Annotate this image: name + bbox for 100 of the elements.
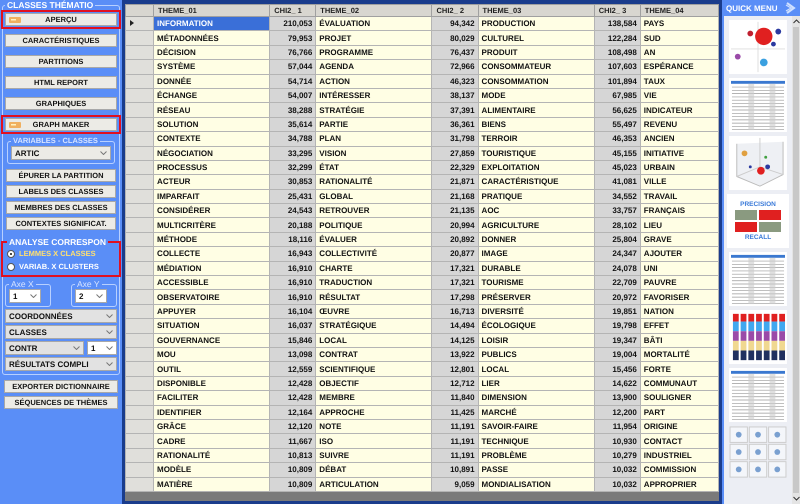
table-cell: INFORMATION xyxy=(154,16,270,31)
table-cell: TOURISME xyxy=(478,276,594,290)
3d-scatter-thumbnail[interactable] xyxy=(727,136,789,190)
table-cell: 10,930 xyxy=(594,434,640,448)
table-cell: 31,798 xyxy=(432,132,478,146)
table-thumbnail[interactable] xyxy=(727,78,789,132)
dropdown[interactable]: CLASSES xyxy=(5,325,117,339)
table-cell: PRODUCTION xyxy=(478,16,594,31)
table-cell: PASSE xyxy=(478,462,594,477)
table-cell: ACTION xyxy=(316,74,432,88)
table-cell: LIER xyxy=(478,376,594,391)
table-cell: 21,135 xyxy=(432,204,478,218)
table-cell: 12,120 xyxy=(270,419,316,434)
row-header[interactable] xyxy=(126,16,154,31)
table-cell: LOISIR xyxy=(478,333,594,348)
table-cell: 16,910 xyxy=(270,290,316,304)
table-cell: TECHNIQUE xyxy=(478,434,594,448)
table-cell: 21,871 xyxy=(432,174,478,190)
table-cell: ARTICULATION xyxy=(316,477,432,492)
dropdown[interactable]: RÉSULTATS COMPLI xyxy=(5,357,117,371)
table-cell: TAUX xyxy=(640,74,718,88)
table-cell: DÉCISION xyxy=(154,45,270,60)
table-cell: 20,972 xyxy=(594,290,640,304)
table-cell: DISPONIBLE xyxy=(154,376,270,391)
table-cell: CONTEXTE xyxy=(154,132,270,146)
radio-button[interactable] xyxy=(7,262,15,270)
table-cell: NOTE xyxy=(316,419,432,434)
table-cell: ÉCOLOGIQUE xyxy=(478,318,594,334)
table-cell: 17,298 xyxy=(432,290,478,304)
table-cell: RÉSULTAT xyxy=(316,290,432,304)
table-cell: 16,910 xyxy=(270,261,316,276)
table-cell: EXPLOITATION xyxy=(478,160,594,175)
table-cell: 54,007 xyxy=(270,88,316,103)
table-cell: AJOUTER xyxy=(640,246,718,262)
table-cell: 11,191 xyxy=(432,448,478,463)
caret-icon xyxy=(73,346,80,350)
caret-icon xyxy=(106,362,113,366)
table-cell: 22,329 xyxy=(432,160,478,175)
table-cell: 55,497 xyxy=(594,117,640,132)
table-cell: VILLE xyxy=(640,174,718,190)
table-cell: POLITIQUE xyxy=(316,218,432,232)
table-cell: DÉBAT xyxy=(316,462,432,477)
table-cell: PRATIQUE xyxy=(478,189,594,204)
table-thumbnail[interactable] xyxy=(727,252,789,306)
dropdown[interactable]: 1 xyxy=(9,289,41,303)
table-cell: FAVORISER xyxy=(640,290,718,304)
dropdown[interactable]: COORDONNÉES xyxy=(5,309,117,323)
scroll-up-icon[interactable] xyxy=(792,19,800,24)
table-cell: PROCESSUS xyxy=(154,160,270,175)
table-cell: 19,798 xyxy=(594,318,640,334)
radio-button[interactable] xyxy=(7,250,15,258)
table-cell: 45,023 xyxy=(594,160,640,175)
table-cell: TRADUCTION xyxy=(316,276,432,290)
dropdown[interactable]: 1 xyxy=(87,341,117,355)
table-cell: 76,437 xyxy=(432,45,478,60)
table-cell: 16,037 xyxy=(270,318,316,334)
table-cell: 11,191 xyxy=(432,419,478,434)
table-cell: ÉCHANGE xyxy=(154,88,270,103)
stacked-bar-thumbnail[interactable] xyxy=(727,310,789,364)
quick-menu-title: QUICK MENU xyxy=(726,4,778,12)
table-cell: FACILITER xyxy=(154,390,270,406)
scroll-down-icon[interactable] xyxy=(792,496,800,501)
table-cell: ALIMENTAIRE xyxy=(478,102,594,118)
table-cell: 9,059 xyxy=(432,477,478,492)
group-title: Axe X xyxy=(10,279,35,289)
table-cell: 15,846 xyxy=(270,333,316,348)
chevron-icon[interactable] xyxy=(785,2,797,14)
table-cell: CONSOMMATEUR xyxy=(478,60,594,74)
table-cell: 13,922 xyxy=(432,347,478,362)
table-cell: 16,943 xyxy=(270,246,316,262)
bubble-chart-thumbnail[interactable] xyxy=(727,20,789,74)
table-cell: ÉTAT xyxy=(316,160,432,175)
table-cell: 56,625 xyxy=(594,102,640,118)
dropdown[interactable]: 2 xyxy=(75,289,107,303)
table-cell: REVENU xyxy=(640,117,718,132)
table-cell: 24,543 xyxy=(270,204,316,218)
table-thumbnail[interactable] xyxy=(727,368,789,422)
table-cell: TRAVAIL xyxy=(640,189,718,204)
scrollbar[interactable] xyxy=(792,16,800,504)
table-cell: 10,279 xyxy=(594,448,640,463)
table-cell: FRANÇAIS xyxy=(640,204,718,218)
dropdown[interactable]: CONTR xyxy=(5,341,84,355)
table-cell: CONTACT xyxy=(640,434,718,448)
table-cell: 10,813 xyxy=(270,448,316,463)
table-cell: PROBLÈME xyxy=(478,448,594,463)
table-cell: MATIÈRE xyxy=(154,477,270,492)
table-cell: APPROCHE xyxy=(316,405,432,420)
map-thumbnails-drawing[interactable] xyxy=(727,426,789,480)
table-cell: 107,603 xyxy=(594,60,640,74)
caret-icon xyxy=(100,151,107,155)
table-cell: 138,584 xyxy=(594,16,640,31)
table-cell: APPROPRIER xyxy=(640,477,718,492)
table-cell: 10,032 xyxy=(594,477,640,492)
table-cell: MONDIALISATION xyxy=(478,477,594,492)
table-cell: COMMISSION xyxy=(640,462,718,477)
table-cell: SYSTÈME xyxy=(154,60,270,74)
dropdown[interactable]: ARTIC xyxy=(11,146,111,160)
table-cell: DONNER xyxy=(478,232,594,247)
table-cell: 24,078 xyxy=(594,261,640,276)
table-cell: 20,188 xyxy=(270,218,316,232)
